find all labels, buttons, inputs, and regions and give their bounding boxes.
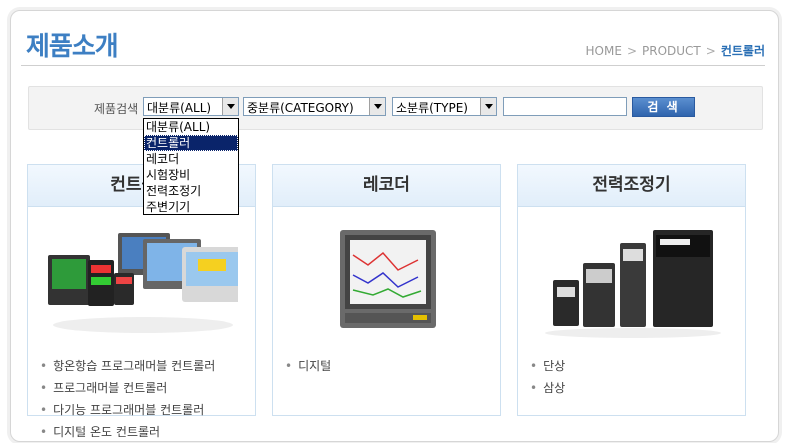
card-title[interactable]: 전력조정기	[518, 165, 745, 207]
breadcrumb-current: 컨트롤러	[720, 44, 765, 58]
list-item[interactable]: 단상	[530, 355, 565, 377]
dropdown-option[interactable]: 레코더	[144, 151, 238, 167]
card-item-list: 항온항습 프로그래머블 컨트롤러 프로그래머블 컨트롤러 다기능 프로그래머블 …	[40, 355, 215, 443]
dropdown-option[interactable]: 전력조정기	[144, 183, 238, 199]
search-input[interactable]	[503, 97, 627, 116]
middle-category-select[interactable]: 중분류(CATEGORY)	[243, 97, 386, 116]
list-item[interactable]: 삼상	[530, 377, 565, 399]
minor-category-value: 소분류(TYPE)	[396, 101, 468, 115]
controller-product-image[interactable]	[48, 225, 238, 340]
card-item-list: 단상 삼상	[530, 355, 565, 399]
card-item-list: 디지털	[285, 355, 331, 377]
dropdown-option[interactable]: 컨트롤러	[144, 135, 238, 151]
search-label: 제품검색	[94, 102, 139, 116]
breadcrumb: HOME > PRODUCT > 컨트롤러	[586, 42, 765, 59]
dropdown-option[interactable]: 시험장비	[144, 167, 238, 183]
search-button[interactable]: 검 색	[632, 97, 695, 117]
list-item[interactable]: 디지털 온도 컨트롤러	[40, 421, 215, 443]
breadcrumb-product[interactable]: PRODUCT	[642, 44, 701, 58]
breadcrumb-home[interactable]: HOME	[586, 44, 622, 58]
middle-category-value: 중분류(CATEGORY)	[247, 101, 354, 115]
card-title[interactable]: 레코더	[273, 165, 500, 207]
major-category-dropdown: 대분류(ALL) 컨트롤러 레코더 시험장비 전력조정기 주변기기	[143, 118, 239, 215]
dropdown-option[interactable]: 주변기기	[144, 199, 238, 215]
major-category-value: 대분류(ALL)	[147, 101, 212, 115]
chevron-down-icon[interactable]	[480, 98, 496, 115]
breadcrumb-separator: >	[705, 44, 716, 58]
page-title: 제품소개	[26, 32, 119, 62]
recorder-product-image[interactable]	[293, 225, 483, 340]
list-item[interactable]: 프로그래머블 컨트롤러	[40, 377, 215, 399]
list-item[interactable]: 다기능 프로그래머블 컨트롤러	[40, 399, 215, 421]
breadcrumb-separator: >	[626, 44, 637, 58]
power-regulator-product-image[interactable]	[538, 225, 728, 340]
chevron-down-icon[interactable]	[369, 98, 385, 115]
product-card-recorder[interactable]: 레코더 디지털	[272, 164, 501, 416]
major-category-select[interactable]: 대분류(ALL)	[143, 97, 239, 116]
dropdown-option[interactable]: 대분류(ALL)	[144, 119, 238, 135]
list-item[interactable]: 항온항습 프로그래머블 컨트롤러	[40, 355, 215, 377]
title-divider	[21, 65, 765, 66]
chevron-down-icon[interactable]	[222, 98, 238, 115]
list-item[interactable]: 디지털	[285, 355, 331, 377]
product-card-power-regulator[interactable]: 전력조정기 단상 삼상	[517, 164, 746, 416]
minor-category-select[interactable]: 소분류(TYPE)	[392, 97, 497, 116]
